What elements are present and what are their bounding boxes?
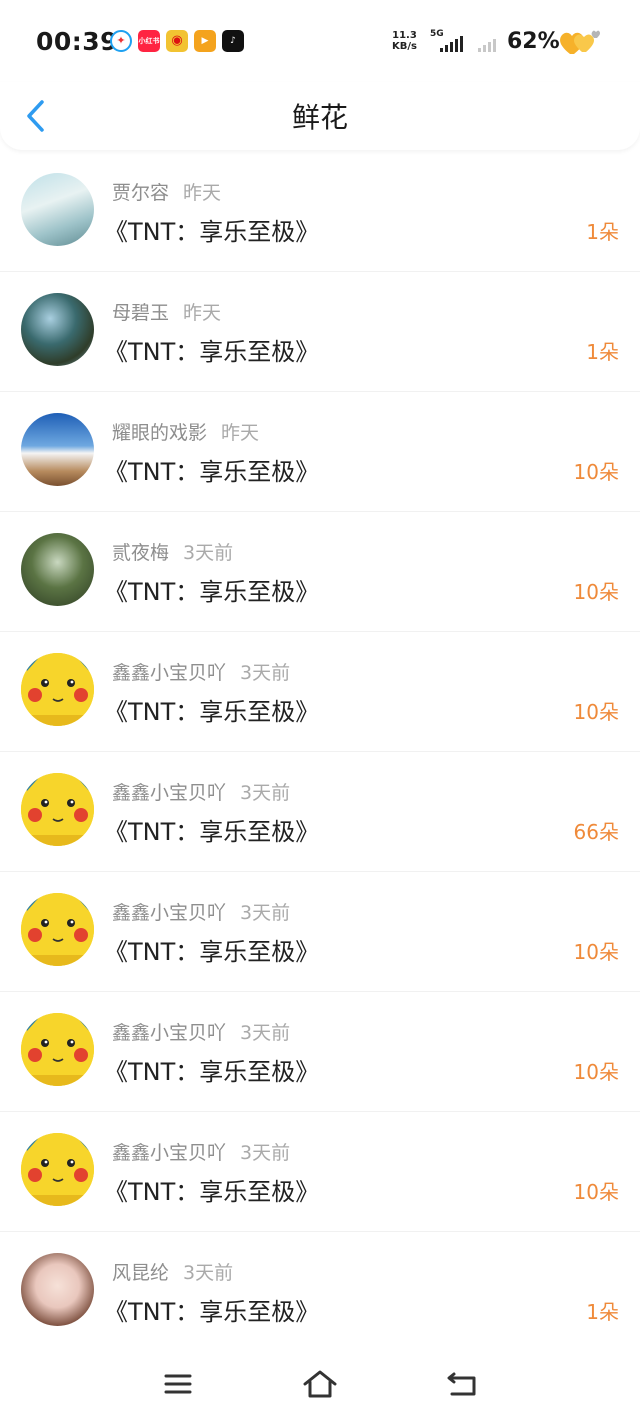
sender-name[interactable]: 鑫鑫小宝贝吖 bbox=[112, 1142, 226, 1164]
flower-count: 10朵 bbox=[573, 580, 619, 604]
avatar[interactable] bbox=[21, 413, 94, 486]
back-arrow-icon[interactable] bbox=[442, 1364, 482, 1404]
sent-time: 昨天 bbox=[221, 422, 260, 444]
sent-time: 昨天 bbox=[183, 302, 222, 324]
sender-name[interactable]: 鑫鑫小宝贝吖 bbox=[112, 1022, 226, 1044]
sender-name[interactable]: 鑫鑫小宝贝吖 bbox=[112, 902, 226, 924]
signal-secondary-icon bbox=[478, 36, 496, 52]
battery-level: 62% bbox=[507, 29, 560, 54]
avatar[interactable] bbox=[21, 1253, 94, 1326]
home-icon[interactable] bbox=[300, 1364, 340, 1404]
avatar[interactable] bbox=[21, 1013, 94, 1086]
sender-meta: 母碧玉 昨天 bbox=[112, 298, 221, 325]
sender-meta: 风昆纶 3天前 bbox=[112, 1258, 233, 1285]
list-item[interactable]: 贰夜梅 3天前《TNT：享乐至极》 10朵 bbox=[0, 512, 640, 632]
book-title[interactable]: 《TNT：享乐至极》 bbox=[104, 212, 319, 247]
list-item[interactable]: 母碧玉 昨天《TNT：享乐至极》 1朵 bbox=[0, 272, 640, 392]
flower-count: 10朵 bbox=[573, 460, 619, 484]
sent-time: 3天前 bbox=[240, 1022, 291, 1044]
book-title[interactable]: 《TNT：享乐至极》 bbox=[104, 692, 319, 727]
page-title: 鲜花 bbox=[291, 101, 348, 134]
sender-meta: 鑫鑫小宝贝吖 3天前 bbox=[112, 778, 290, 805]
video-app-icon: ▶ bbox=[194, 30, 216, 52]
flower-count: 1朵 bbox=[586, 220, 619, 244]
book-title[interactable]: 《TNT：享乐至极》 bbox=[104, 932, 319, 967]
sent-time: 3天前 bbox=[183, 542, 234, 564]
book-title[interactable]: 《TNT：享乐至极》 bbox=[104, 1292, 319, 1327]
sent-time: 昨天 bbox=[183, 182, 222, 204]
list-item[interactable]: 鑫鑫小宝贝吖 3天前《TNT：享乐至极》 10朵 bbox=[0, 992, 640, 1112]
list-item[interactable]: 贾尔容 昨天《TNT：享乐至极》 1朵 bbox=[0, 152, 640, 272]
book-title[interactable]: 《TNT：享乐至极》 bbox=[104, 1172, 319, 1207]
sender-name[interactable]: 鑫鑫小宝贝吖 bbox=[112, 662, 226, 684]
sender-name[interactable]: 鑫鑫小宝贝吖 bbox=[112, 782, 226, 804]
xiaohongshu-icon: 小红书 bbox=[138, 30, 160, 52]
sender-meta: 贾尔容 昨天 bbox=[112, 178, 221, 205]
avatar[interactable] bbox=[21, 653, 94, 726]
flower-list: 贾尔容 昨天 《TNT：享乐至极》 1朵 母碧玉 昨天 《TNT：享乐至极》 1朵 耀眼的戏影昨… bbox=[0, 152, 640, 1352]
battery-heart-icon bbox=[560, 30, 601, 54]
sender-meta: 鑫鑫小宝贝吖 3天前 bbox=[112, 658, 290, 685]
avatar[interactable] bbox=[21, 893, 94, 966]
book-title[interactable]: 《TNT：享乐至极》 bbox=[104, 812, 319, 847]
sender-name[interactable]: 耀眼的戏影 bbox=[112, 422, 207, 444]
sender-name[interactable]: 母碧玉 bbox=[112, 302, 169, 324]
network-speed-value: 11.3 bbox=[392, 30, 417, 41]
app-header: 鲜花 bbox=[0, 82, 640, 150]
sent-time: 3天前 bbox=[240, 902, 291, 924]
book-title[interactable]: 《TNT：享乐至极》 bbox=[104, 1052, 319, 1087]
sender-meta: 鑫鑫小宝贝吖 3天前 bbox=[112, 898, 290, 925]
sender-name[interactable]: 贾尔容 bbox=[112, 182, 169, 204]
avatar[interactable] bbox=[21, 533, 94, 606]
sender-meta: 鑫鑫小宝贝吖 3天前 bbox=[112, 1018, 290, 1045]
avatar[interactable] bbox=[21, 173, 94, 246]
list-item[interactable]: 鑫鑫小宝贝吖 3天前《TNT：享乐至极》 66朵 bbox=[0, 752, 640, 872]
status-bar: 00:39 ✦ 小红书 ◉ ▶ ♪ 11.3 KB/s 5G 62% bbox=[0, 0, 640, 82]
avatar[interactable] bbox=[21, 773, 94, 846]
book-title[interactable]: 《TNT：享乐至极》 bbox=[104, 332, 319, 367]
list-item[interactable]: 耀眼的戏影 昨天《TNT：享乐至极》 10朵 bbox=[0, 392, 640, 512]
clock: 00:39 bbox=[36, 27, 119, 56]
signal-icon bbox=[440, 36, 463, 52]
flower-count: 10朵 bbox=[573, 1180, 619, 1204]
qq-browser-icon: ✦ bbox=[110, 30, 132, 52]
book-title[interactable]: 《TNT：享乐至极》 bbox=[104, 452, 319, 487]
tiktok-icon: ♪ bbox=[222, 30, 244, 52]
system-nav-bar bbox=[0, 1346, 640, 1422]
menu-icon[interactable] bbox=[158, 1364, 198, 1404]
flower-count: 10朵 bbox=[573, 700, 619, 724]
book-title[interactable]: 《TNT：享乐至极》 bbox=[104, 572, 319, 607]
sent-time: 3天前 bbox=[240, 782, 291, 804]
sender-meta: 鑫鑫小宝贝吖 3天前 bbox=[112, 1138, 290, 1165]
sender-meta: 耀眼的戏影 昨天 bbox=[112, 418, 259, 445]
sent-time: 3天前 bbox=[240, 662, 291, 684]
avatar[interactable] bbox=[21, 1133, 94, 1206]
list-item[interactable]: 鑫鑫小宝贝吖 3天前《TNT：享乐至极》 10朵 bbox=[0, 632, 640, 752]
flower-count: 10朵 bbox=[573, 1060, 619, 1084]
flower-count: 1朵 bbox=[586, 340, 619, 364]
sender-name[interactable]: 贰夜梅 bbox=[112, 542, 169, 564]
list-item[interactable]: 风昆纶 3天前《TNT：享乐至极》 1朵 bbox=[0, 1232, 640, 1352]
flower-count: 10朵 bbox=[573, 940, 619, 964]
network-speed-unit: KB/s bbox=[392, 41, 417, 52]
weibo-icon: ◉ bbox=[166, 30, 188, 52]
notification-icons: ✦ 小红书 ◉ ▶ ♪ bbox=[110, 30, 244, 52]
list-item[interactable]: 鑫鑫小宝贝吖 3天前《TNT：享乐至极》 10朵 bbox=[0, 872, 640, 992]
sender-name[interactable]: 风昆纶 bbox=[112, 1262, 169, 1284]
sent-time: 3天前 bbox=[240, 1142, 291, 1164]
list-item[interactable]: 鑫鑫小宝贝吖 3天前《TNT：享乐至极》 10朵 bbox=[0, 1112, 640, 1232]
flower-count: 1朵 bbox=[586, 1300, 619, 1324]
sent-time: 3天前 bbox=[183, 1262, 234, 1284]
sender-meta: 贰夜梅 3天前 bbox=[112, 538, 233, 565]
network-speed: 11.3 KB/s bbox=[392, 30, 417, 52]
avatar[interactable] bbox=[21, 293, 94, 366]
flower-count: 66朵 bbox=[573, 820, 619, 844]
